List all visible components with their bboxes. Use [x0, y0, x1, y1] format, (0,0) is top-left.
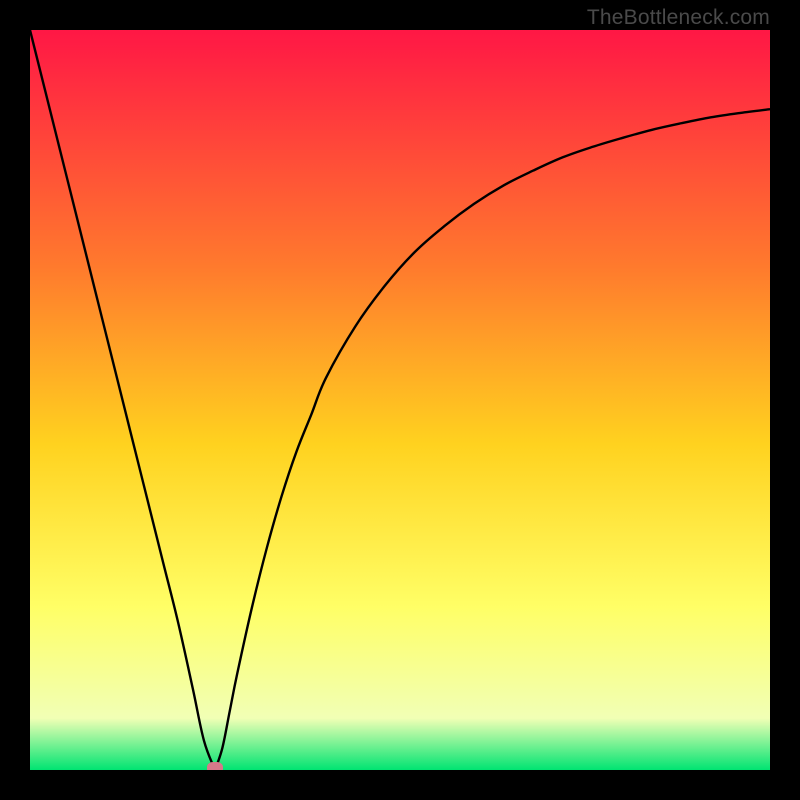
bottleneck-curve: [30, 30, 770, 770]
plot-area: [30, 30, 770, 770]
optimal-point-marker: [207, 762, 223, 770]
watermark-text: TheBottleneck.com: [587, 6, 770, 30]
